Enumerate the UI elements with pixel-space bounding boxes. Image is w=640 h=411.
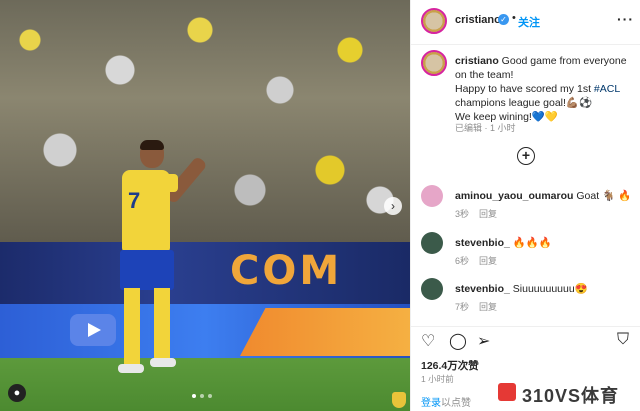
instagram-post: COM 7 › ● cristiano ✓ • 关注 ··· cristiano… [0, 0, 640, 411]
player-shoe-right [150, 358, 176, 367]
comment-text: stevenbio_ 🔥🔥🔥 [455, 236, 552, 249]
comment-item: stevenbio_ 🔥🔥🔥 6秒 回复 [411, 232, 640, 272]
avatar[interactable] [421, 232, 443, 254]
share-send-icon[interactable]: ➢ [477, 331, 490, 351]
player-shorts [120, 250, 174, 290]
avatar[interactable] [421, 8, 447, 34]
crowd-background [0, 0, 410, 245]
comment-username[interactable]: stevenbio_ [455, 237, 510, 249]
comment-item: aminou_yaou_oumarou Goat 🐐 🔥 3秒 回复 [411, 185, 640, 225]
verified-badge-icon: ✓ [498, 14, 509, 25]
more-options-icon[interactable]: ··· [617, 11, 634, 27]
post-time: 1 小时前 [421, 374, 454, 384]
comment-time: 6秒 [455, 256, 470, 266]
comment-text: stevenbio_ Siuuuuuuuuu😍 [455, 282, 588, 295]
post-side-panel: cristiano ✓ • 关注 ··· cristiano Good game… [410, 0, 640, 411]
carousel-dot [208, 394, 212, 398]
caption-text-2: Happy to have scored my 1st [455, 83, 594, 95]
comment-body: 🔥🔥🔥 [512, 237, 553, 249]
caption-avatar[interactable] [421, 50, 447, 76]
comment-time: 7秒 [455, 302, 470, 312]
tagged-user-icon[interactable]: ● [8, 384, 26, 402]
login-prompt-text: 以点赞 [441, 398, 471, 409]
comment-meta: 7秒 回复 [455, 300, 497, 313]
comment-meta: 3秒 回复 [455, 207, 497, 220]
caption-meta: 已编辑 · 1 小时 [455, 123, 516, 133]
comment-bubble-icon[interactable]: ◯ [449, 331, 467, 351]
comment-item: stevenbio_ Siuuuuuuuuu😍 7秒 回复 [411, 278, 640, 318]
avatar[interactable] [421, 185, 443, 207]
like-count[interactable]: 126.4万次赞 [421, 358, 479, 373]
carousel-dot [200, 394, 204, 398]
action-bar: ♡ ◯ ➢ ⛉ [411, 326, 640, 353]
ad-board-orange [240, 308, 410, 356]
carousel-dot [192, 394, 196, 398]
header-username[interactable]: cristiano [455, 14, 501, 26]
post-photo[interactable]: COM 7 › ● [0, 0, 410, 411]
caption-text-3: champions league goal!💪🏽⚽ [455, 97, 593, 109]
player-leg-right [154, 288, 170, 362]
watermark-logo-icon [498, 383, 516, 401]
ad-board [0, 242, 410, 304]
player-number: 7 [128, 188, 141, 213]
comment-body: Goat 🐐 🔥 [576, 190, 632, 202]
load-more-comments-icon[interactable]: + [517, 147, 535, 165]
watermark-text: 310VS体育 [522, 386, 620, 406]
follow-button[interactable]: 关注 [518, 14, 540, 30]
next-photo-chevron-icon[interactable]: › [384, 197, 402, 215]
player-leg-left [124, 288, 140, 368]
header-separator: • [512, 12, 516, 24]
save-bookmark-icon[interactable]: ⛉ [617, 331, 629, 349]
reply-button[interactable]: 回复 [479, 256, 497, 266]
caption-username[interactable]: cristiano [455, 55, 499, 67]
caption-hashtag[interactable]: #ACL [594, 83, 620, 95]
avatar[interactable] [421, 278, 443, 300]
login-link[interactable]: 登录 [421, 398, 441, 409]
login-prompt: 登录以点赞 [421, 394, 471, 409]
carousel-dots [192, 394, 212, 398]
post-header: cristiano ✓ • 关注 ··· [411, 0, 640, 45]
comment-username[interactable]: aminou_yaou_oumarou [455, 190, 573, 202]
comment-body: Siuuuuuuuuu😍 [512, 283, 588, 295]
player-shoe-left [118, 364, 144, 373]
player-figure: 7 [110, 140, 208, 380]
ad-board-text: COM [230, 248, 343, 294]
comment-meta: 6秒 回复 [455, 254, 497, 267]
player-sleeve [160, 174, 178, 192]
reply-button[interactable]: 回复 [479, 302, 497, 312]
like-heart-icon[interactable]: ♡ [421, 331, 435, 351]
player-hair [140, 140, 164, 150]
reply-button[interactable]: 回复 [479, 209, 497, 219]
comment-text: aminou_yaou_oumarou Goat 🐐 🔥 [455, 189, 631, 202]
comment-username[interactable]: stevenbio_ [455, 283, 510, 295]
pitch [0, 358, 410, 411]
club-crest [392, 392, 406, 408]
comment-time: 3秒 [455, 209, 470, 219]
post-caption: cristiano Good game from everyone on the… [455, 54, 633, 124]
